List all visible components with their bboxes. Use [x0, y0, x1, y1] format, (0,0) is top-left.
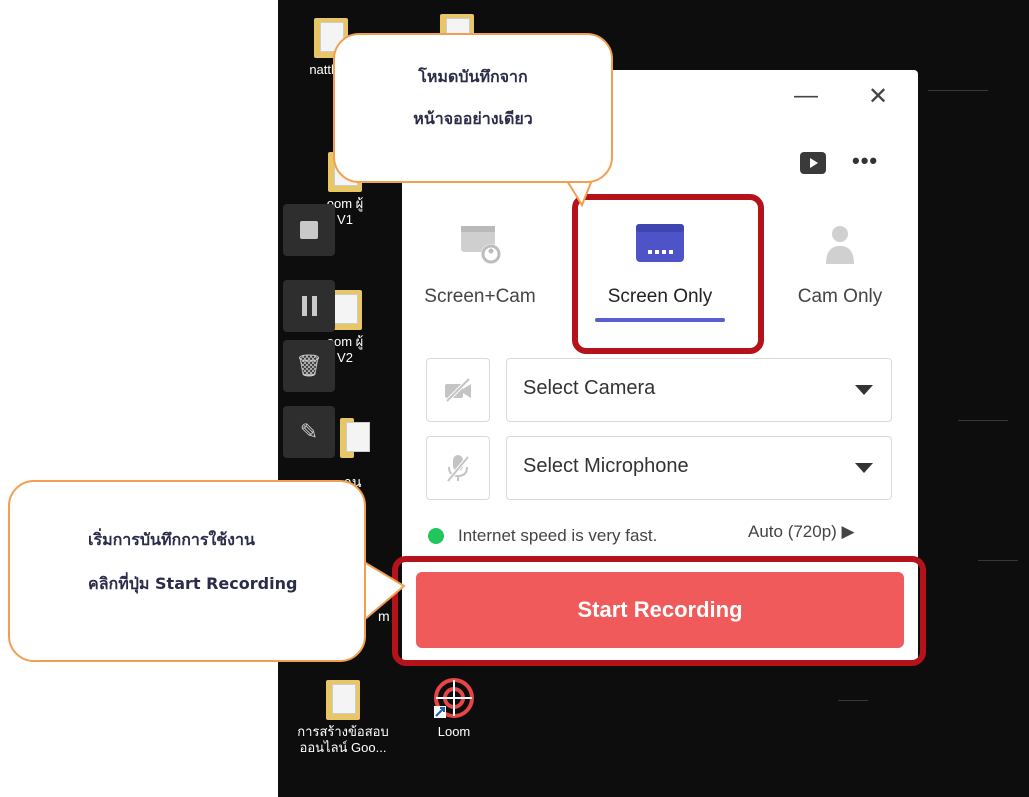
callout-top-line1: โหมดบันทึกจาก [418, 67, 528, 86]
screen-cam-icon [461, 226, 501, 264]
chevron-down-icon [855, 463, 873, 473]
mode-cam-only[interactable]: Cam Only [770, 220, 910, 308]
microphone-toggle[interactable] [426, 436, 490, 500]
folder-label-2: ออนไลน์ Goo... [299, 740, 387, 755]
more-options-button[interactable]: ••• [852, 148, 878, 174]
desktop-folder-5[interactable]: การสร้างข้อสอบ ออนไลน์ Goo... [288, 680, 398, 756]
internet-status-text: Internet speed is very fast. [458, 526, 658, 545]
callout-top-line2: หน้าจออย่างเดียว [413, 109, 533, 128]
camera-select[interactable]: Select Camera [506, 358, 892, 422]
callout-left-line1: เริ่มการบันทึกการใช้งาน [88, 530, 255, 549]
microphone-off-icon [446, 455, 470, 483]
camera-toggle[interactable] [426, 358, 490, 422]
camera-row: Select Camera [426, 358, 892, 422]
chevron-down-icon [855, 385, 873, 395]
folder-label-2: V2 [337, 350, 353, 365]
microphone-select-label: Select Microphone [523, 455, 689, 477]
pause-button[interactable] [283, 280, 335, 332]
stop-button[interactable] [283, 204, 335, 256]
folder-icon [326, 680, 360, 720]
stop-icon [300, 221, 318, 239]
highlight-screen-only [572, 194, 764, 354]
minimize-button[interactable]: — [794, 82, 818, 110]
microphone-row: Select Microphone [426, 436, 892, 500]
folder-icon [340, 418, 370, 458]
mode-screen-cam[interactable]: Screen+Cam [410, 220, 550, 308]
camera-off-icon [445, 377, 471, 403]
close-button[interactable]: ✕ [868, 82, 888, 111]
camera-select-label: Select Camera [523, 377, 656, 399]
trash-icon: 🗑 [295, 353, 323, 378]
folder-label: การสร้างข้อสอบ [297, 724, 389, 739]
person-icon [826, 226, 854, 264]
mode-label: Screen+Cam [424, 286, 536, 307]
callout-left: เริ่มการบันทึกการใช้งาน คลิกที่ปุ่ม Star… [8, 480, 366, 662]
microphone-select[interactable]: Select Microphone [506, 436, 892, 500]
desktop-loom-shortcut[interactable]: Loom [414, 676, 494, 740]
draw-button[interactable]: ✎ [283, 406, 335, 458]
loom-logo-icon [434, 678, 474, 718]
callout-left-line2: คลิกที่ปุ่ม Start Recording [88, 574, 298, 593]
mode-label: Cam Only [797, 286, 883, 307]
pen-icon: ✎ [299, 419, 319, 444]
video-library-button[interactable] [800, 152, 826, 174]
folder-label-2: V1 [337, 212, 353, 227]
quality-selector[interactable]: Auto (720p) ▶ [748, 522, 855, 542]
pause-icon [283, 280, 335, 332]
callout-top: โหมดบันทึกจาก หน้าจออย่างเดียว [333, 33, 613, 183]
status-indicator-dot [428, 528, 444, 544]
loom-label: Loom [437, 724, 471, 739]
highlight-start-recording [392, 556, 926, 666]
delete-button[interactable]: 🗑 [283, 340, 335, 392]
